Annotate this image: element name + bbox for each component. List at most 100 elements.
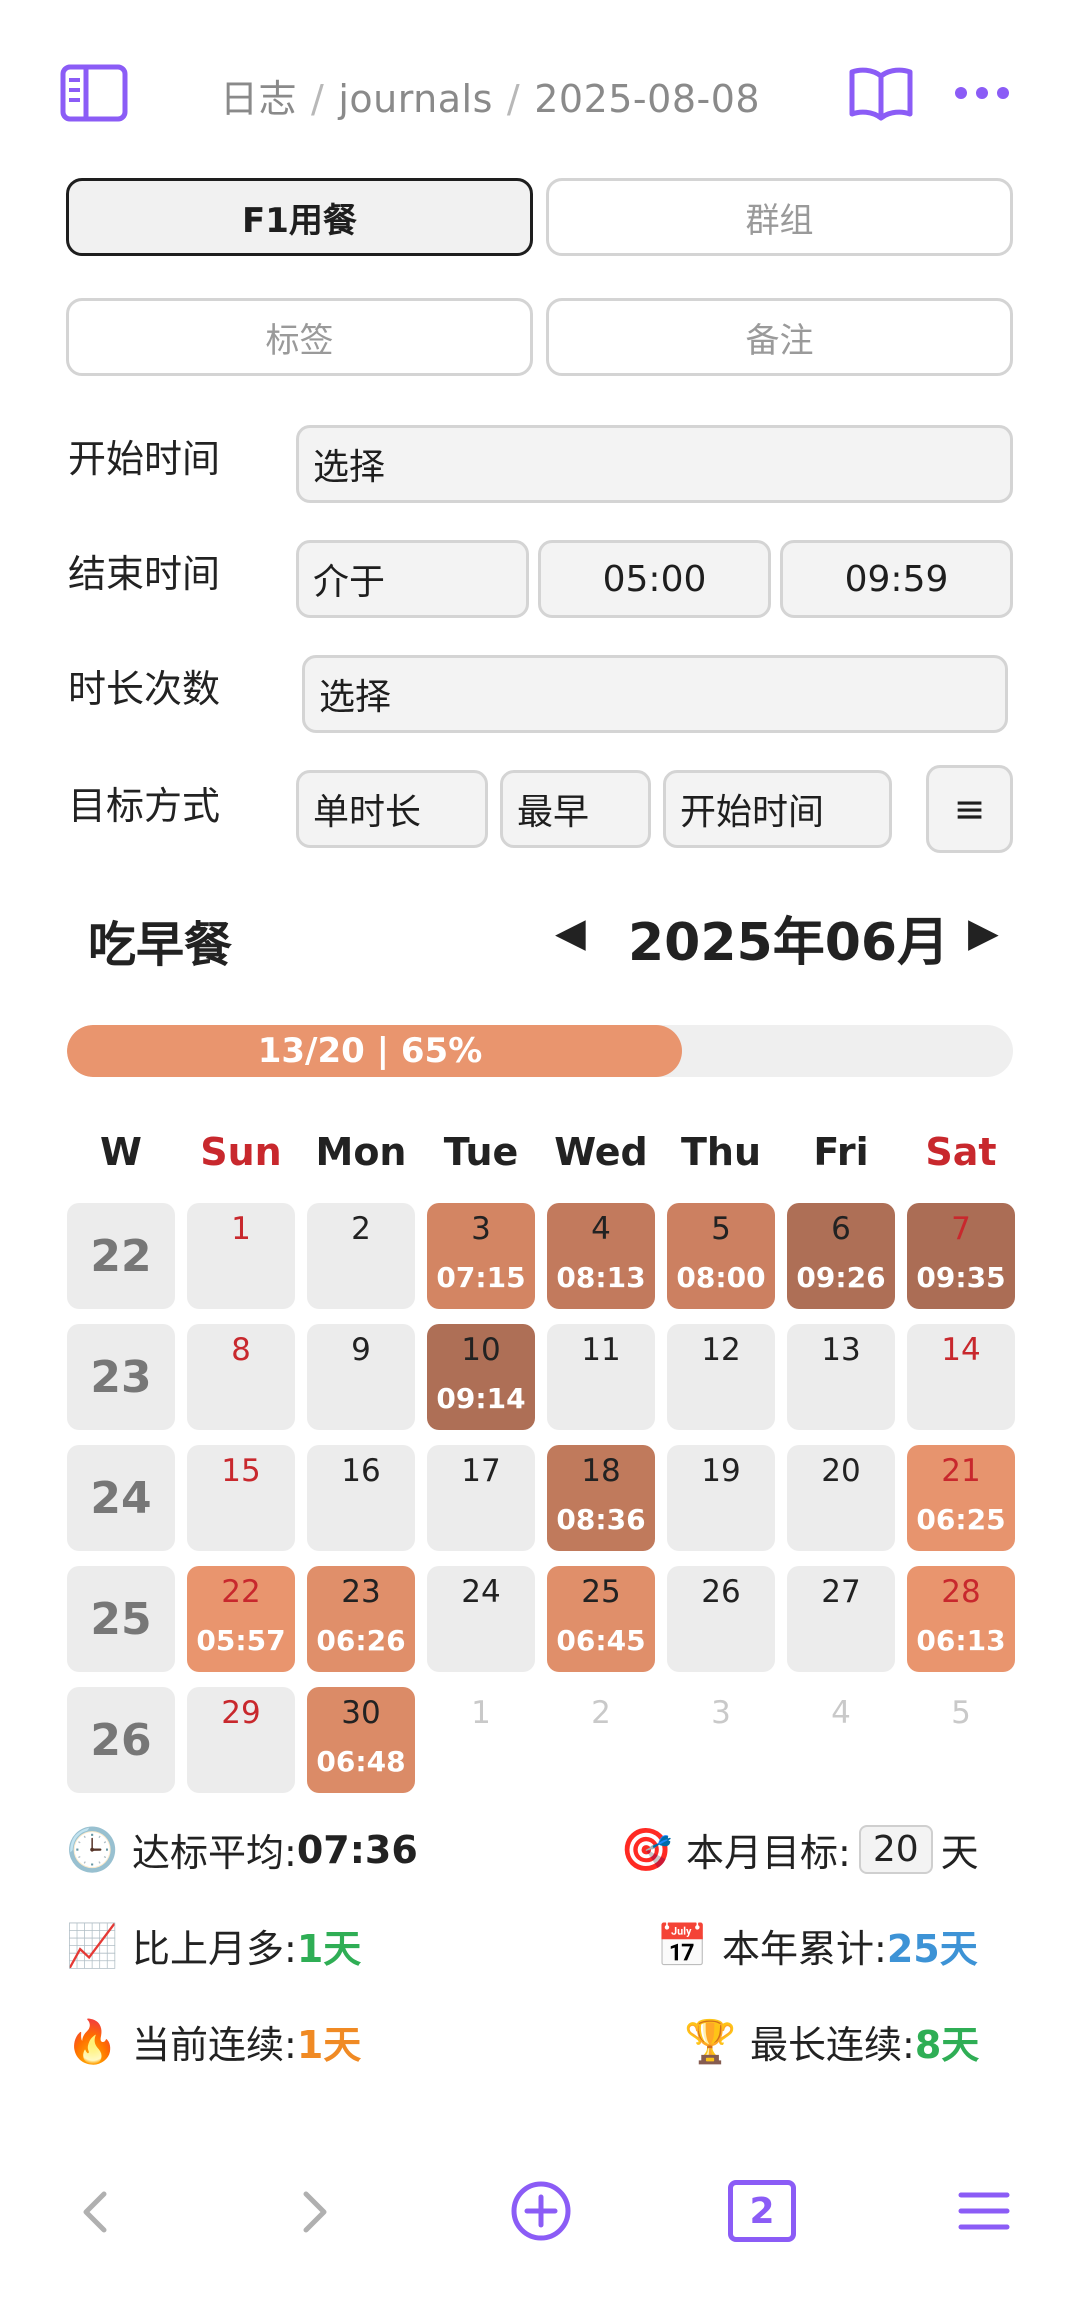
target-field-select[interactable]: 开始时间 xyxy=(663,770,892,848)
calendar-day[interactable]: 6 09:26 xyxy=(787,1203,895,1309)
calendar-day[interactable]: 22 05:57 xyxy=(187,1566,295,1672)
menu-icon[interactable]: ≡ xyxy=(926,765,1013,853)
calendar-day[interactable]: 7 09:35 xyxy=(907,1203,1015,1309)
add-icon[interactable] xyxy=(508,2178,574,2244)
day-time: 06:13 xyxy=(916,1624,1006,1657)
target-method-label: 目标方式 xyxy=(68,784,221,828)
day-number: 12 xyxy=(701,1332,741,1368)
weekday-header: Sun xyxy=(200,1130,282,1174)
target-type-select[interactable]: 单时长 xyxy=(296,770,488,848)
calendar-day[interactable]: 14 xyxy=(907,1324,1015,1430)
calendar-day[interactable]: 21 06:25 xyxy=(907,1445,1015,1551)
day-number: 14 xyxy=(941,1332,981,1368)
day-time: 08:36 xyxy=(556,1503,646,1536)
start-time-select[interactable]: 选择 xyxy=(296,425,1013,503)
tab-f1-meal[interactable]: F1用餐 xyxy=(66,178,533,256)
tab-tags[interactable]: 标签 xyxy=(66,298,533,376)
weekday-header: Wed xyxy=(554,1130,648,1174)
calendar-day[interactable]: 12 xyxy=(667,1324,775,1430)
stat-streak-value: 1天 xyxy=(296,2023,362,2067)
calendar-day[interactable]: 25 06:45 xyxy=(547,1566,655,1672)
calendar-day[interactable]: 27 xyxy=(787,1566,895,1672)
day-number: 4 xyxy=(831,1695,851,1731)
calendar-day[interactable]: 10 09:14 xyxy=(427,1324,535,1430)
stat-best: 🏆 最长连续: 8天 xyxy=(684,2014,979,2069)
calendar-day[interactable]: 23 06:26 xyxy=(307,1566,415,1672)
calendar-day[interactable]: 19 xyxy=(667,1445,775,1551)
day-number: 3 xyxy=(471,1211,491,1247)
monthly-goal-input[interactable]: 20 xyxy=(858,1825,933,1874)
day-number: 2 xyxy=(591,1695,611,1731)
calendar-day[interactable]: 17 xyxy=(427,1445,535,1551)
calendar-day[interactable]: 5 08:00 xyxy=(667,1203,775,1309)
end-time-mode-select[interactable]: 介于 xyxy=(296,540,529,618)
progress-bar: 13/20 | 65% xyxy=(67,1025,1013,1077)
day-number: 1 xyxy=(231,1211,251,1247)
week-number: 25 xyxy=(67,1566,175,1672)
breadcrumb-root[interactable]: 日志 xyxy=(220,77,297,121)
day-time: 06:26 xyxy=(316,1624,406,1657)
end-time-label: 结束时间 xyxy=(68,552,221,596)
next-month-icon[interactable]: ▶ xyxy=(968,910,999,956)
day-number: 3 xyxy=(711,1695,731,1731)
calendar-day[interactable]: 20 xyxy=(787,1445,895,1551)
calendar-day[interactable]: 26 xyxy=(667,1566,775,1672)
day-time: 08:00 xyxy=(676,1261,766,1294)
calendar-day[interactable]: 9 xyxy=(307,1324,415,1430)
week-number: 24 xyxy=(67,1445,175,1551)
tab-group[interactable]: 群组 xyxy=(546,178,1013,256)
breadcrumb-page[interactable]: 2025-08-08 xyxy=(534,77,760,121)
stat-streak: 🔥 当前连续: 1天 xyxy=(66,2014,361,2069)
calendar-day[interactable]: 4 08:13 xyxy=(547,1203,655,1309)
calendar-day: 3 xyxy=(667,1687,775,1793)
more-icon[interactable] xyxy=(952,75,1012,111)
back-icon[interactable] xyxy=(70,2182,120,2242)
stat-best-label: 最长连续: xyxy=(750,2023,915,2067)
target-pick-select[interactable]: 最早 xyxy=(500,770,651,848)
calendar-day[interactable]: 8 xyxy=(187,1324,295,1430)
stat-avg-label: 达标平均: xyxy=(132,1831,297,1875)
day-number: 2 xyxy=(351,1211,371,1247)
habit-title: 吃早餐 xyxy=(88,917,233,973)
hamburger-menu-icon[interactable] xyxy=(956,2184,1012,2238)
calendar-day: 4 xyxy=(787,1687,895,1793)
day-number: 13 xyxy=(821,1332,861,1368)
day-number: 9 xyxy=(351,1332,371,1368)
calendar-day[interactable]: 13 xyxy=(787,1324,895,1430)
prev-month-icon[interactable]: ◀ xyxy=(555,910,586,956)
breadcrumb: 日志 / journals/2025-08-08 xyxy=(220,77,761,121)
breadcrumb-folder[interactable]: journals xyxy=(338,77,493,121)
duration-count-select[interactable]: 选择 xyxy=(302,655,1008,733)
calendar-day[interactable]: 1 xyxy=(187,1203,295,1309)
calendar-day[interactable]: 11 xyxy=(547,1324,655,1430)
calendar-day[interactable]: 28 06:13 xyxy=(907,1566,1015,1672)
tabs-count-button[interactable]: 2 xyxy=(728,2180,796,2242)
day-number: 25 xyxy=(581,1574,621,1610)
progress-text: 13/20 | 65% xyxy=(257,1031,483,1071)
day-time: 06:25 xyxy=(916,1503,1006,1536)
forward-icon[interactable] xyxy=(290,2182,340,2242)
calendar-day[interactable]: 2 xyxy=(307,1203,415,1309)
week-number: 23 xyxy=(67,1324,175,1430)
calendar-day[interactable]: 29 xyxy=(187,1687,295,1793)
reading-mode-icon[interactable] xyxy=(846,62,916,124)
day-number: 18 xyxy=(581,1453,621,1489)
calendar-day[interactable]: 16 xyxy=(307,1445,415,1551)
end-time-from-input[interactable]: 05:00 xyxy=(538,540,771,618)
calendar-day: 1 xyxy=(427,1687,535,1793)
stat-vs-last: 📈 比上月多: 1天 xyxy=(66,1918,361,1973)
day-number: 27 xyxy=(821,1574,861,1610)
stat-year-total-value: 25天 xyxy=(886,1927,978,1971)
calendar-day[interactable]: 15 xyxy=(187,1445,295,1551)
sidebar-toggle-icon[interactable] xyxy=(58,62,130,124)
calendar-day[interactable]: 30 06:48 xyxy=(307,1687,415,1793)
calendar-day[interactable]: 18 08:36 xyxy=(547,1445,655,1551)
day-number: 1 xyxy=(471,1695,491,1731)
stat-vs-last-label: 比上月多: xyxy=(132,1927,297,1971)
day-time: 08:13 xyxy=(556,1261,646,1294)
tab-notes[interactable]: 备注 xyxy=(546,298,1013,376)
end-time-to-input[interactable]: 09:59 xyxy=(780,540,1013,618)
calendar-day[interactable]: 24 xyxy=(427,1566,535,1672)
calendar-day[interactable]: 3 07:15 xyxy=(427,1203,535,1309)
day-number: 30 xyxy=(341,1695,381,1731)
